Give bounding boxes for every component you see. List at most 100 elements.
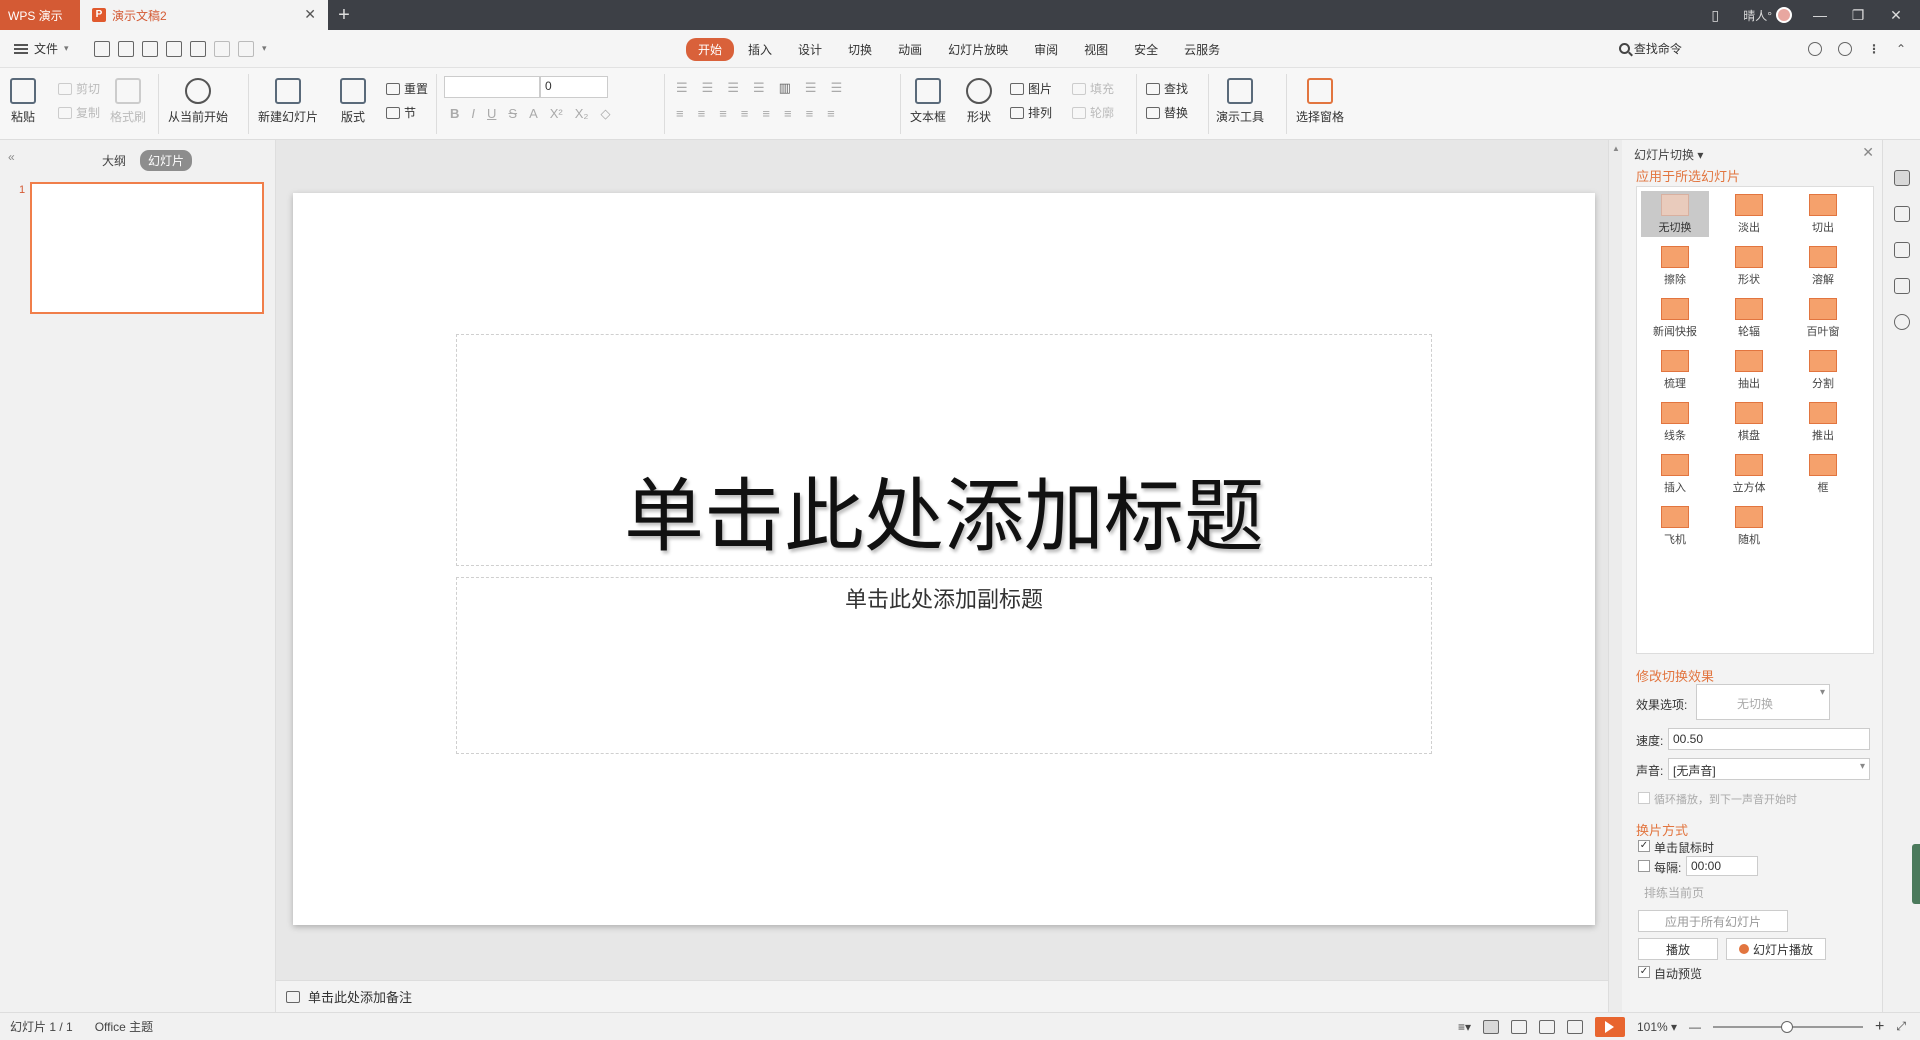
- subscript-icon[interactable]: X₂: [575, 106, 589, 122]
- speed-input[interactable]: 00.50: [1668, 728, 1870, 750]
- numbering-icon[interactable]: ☰: [702, 80, 714, 96]
- transition-none[interactable]: 无切换: [1641, 191, 1709, 237]
- selection-pane-button[interactable]: 选择窗格: [1296, 78, 1344, 125]
- picture-button[interactable]: 图片: [1010, 80, 1052, 97]
- justify-icon[interactable]: ≡: [741, 106, 749, 121]
- line-spacing-icon[interactable]: ☰: [831, 80, 843, 96]
- strikethrough-icon[interactable]: S: [508, 106, 517, 122]
- command-search[interactable]: 查找命令: [1618, 40, 1682, 57]
- transition-wheel[interactable]: 轮辐: [1715, 295, 1783, 341]
- start-slideshow-button[interactable]: [1594, 1016, 1625, 1037]
- loop-checkbox[interactable]: [1638, 792, 1650, 804]
- app-tab[interactable]: WPS 演示: [0, 0, 80, 30]
- transition-newsflash[interactable]: 新闻快报: [1641, 295, 1709, 341]
- transition-dissolve[interactable]: 溶解: [1789, 243, 1857, 289]
- transition-cut[interactable]: 切出: [1789, 191, 1857, 237]
- normal-view-icon[interactable]: [1482, 1019, 1499, 1034]
- close-window-icon[interactable]: ✕: [1886, 7, 1906, 24]
- every-time-input[interactable]: 00:00: [1686, 856, 1758, 876]
- align-left-icon[interactable]: ≡: [676, 106, 684, 121]
- collapse-panel-icon[interactable]: «: [8, 150, 15, 164]
- spacing-before-icon[interactable]: ≡: [784, 106, 792, 121]
- transition-split[interactable]: 分割: [1789, 347, 1857, 393]
- slide-sorter-icon[interactable]: [1510, 1019, 1527, 1034]
- new-tab-button[interactable]: +: [328, 0, 360, 30]
- zoom-out-icon[interactable]: —: [1689, 1020, 1701, 1034]
- slide-thumbnail[interactable]: [30, 182, 264, 314]
- outline-button[interactable]: 轮廓: [1072, 104, 1114, 121]
- user-account[interactable]: 晴人°: [1743, 7, 1792, 24]
- tab-design[interactable]: 设计: [786, 38, 834, 61]
- pin-icon[interactable]: [1894, 242, 1910, 258]
- zoom-in-icon[interactable]: +: [1875, 1018, 1884, 1036]
- rehearse-current-label[interactable]: 排练当前页: [1644, 884, 1704, 901]
- document-tab[interactable]: P 演示文稿2 ✕: [80, 0, 328, 30]
- save-icon[interactable]: [118, 40, 134, 57]
- reading-view-icon[interactable]: [1538, 1019, 1555, 1034]
- scroll-up-icon[interactable]: ▲: [1612, 144, 1620, 153]
- zoom-slider-knob[interactable]: [1781, 1020, 1794, 1033]
- subtitle-placeholder[interactable]: 单击此处添加副标题: [456, 577, 1432, 754]
- close-pane-icon[interactable]: ✕: [1862, 144, 1874, 161]
- spacing-after-icon[interactable]: ≡: [806, 106, 814, 121]
- share-icon[interactable]: [1894, 206, 1910, 222]
- every-checkbox[interactable]: [1638, 860, 1650, 872]
- play-button[interactable]: 播放: [1638, 938, 1718, 960]
- tab-review[interactable]: 审阅: [1022, 38, 1070, 61]
- italic-icon[interactable]: I: [471, 106, 475, 122]
- tab-transitions[interactable]: 切换: [836, 38, 884, 61]
- fill-button[interactable]: 填充: [1072, 80, 1114, 97]
- tab-view[interactable]: 视图: [1072, 38, 1120, 61]
- transition-cube[interactable]: 立方体: [1715, 451, 1783, 497]
- align-right-icon[interactable]: ≡: [719, 106, 727, 121]
- task-pane-title[interactable]: 幻灯片切换 ▾: [1634, 146, 1703, 163]
- transition-pane-icon[interactable]: [1894, 170, 1910, 186]
- distribute-icon[interactable]: ≡: [762, 106, 770, 121]
- transition-wipe[interactable]: 擦除: [1641, 243, 1709, 289]
- layout-button[interactable]: 版式: [340, 78, 366, 125]
- align-center-icon[interactable]: ≡: [698, 106, 706, 121]
- minimize-icon[interactable]: —: [1810, 7, 1830, 23]
- transition-comb[interactable]: 梳理: [1641, 347, 1709, 393]
- print-icon[interactable]: [166, 40, 182, 57]
- zoom-level[interactable]: 101% ▾: [1637, 1020, 1677, 1034]
- more-options-icon[interactable]: ⋮: [1868, 42, 1880, 56]
- open-icon[interactable]: [94, 40, 110, 57]
- transition-cover[interactable]: 插入: [1641, 451, 1709, 497]
- window-layout-icon[interactable]: ▯: [1705, 7, 1725, 24]
- transition-lines[interactable]: 线条: [1641, 399, 1709, 445]
- fit-window-icon[interactable]: ⤢: [1896, 1019, 1906, 1034]
- section-button[interactable]: 节: [386, 104, 416, 121]
- presenter-tools-button[interactable]: 演示工具: [1216, 78, 1264, 125]
- export-pdf-icon[interactable]: [142, 40, 158, 57]
- undo-icon[interactable]: [214, 40, 230, 57]
- theme-name[interactable]: Office 主题: [95, 1018, 153, 1035]
- gear-icon[interactable]: [1837, 41, 1852, 56]
- notes-toggle-icon[interactable]: ≡▾: [1458, 1020, 1471, 1034]
- transition-airplane[interactable]: 飞机: [1641, 503, 1709, 549]
- font-color-icon[interactable]: A: [529, 106, 538, 122]
- collapse-ribbon-icon[interactable]: ⌃: [1896, 42, 1906, 56]
- new-slide-button[interactable]: 新建幻灯片: [258, 78, 318, 125]
- history-icon[interactable]: [1894, 314, 1910, 330]
- settings-sliders-icon[interactable]: [1894, 278, 1910, 294]
- cut-button[interactable]: 剪切: [58, 80, 100, 97]
- increase-indent-icon[interactable]: ☰: [753, 80, 765, 96]
- tab-outline[interactable]: 大纲: [94, 150, 134, 171]
- feedback-icon[interactable]: [1807, 41, 1822, 56]
- effect-option-select[interactable]: 无切换: [1696, 684, 1830, 720]
- find-button[interactable]: 查找: [1146, 80, 1188, 97]
- font-family-select[interactable]: [444, 76, 540, 98]
- on-click-checkbox[interactable]: ✓: [1638, 840, 1650, 852]
- bullets-icon[interactable]: ☰: [676, 80, 688, 96]
- tab-slides[interactable]: 幻灯片: [140, 150, 193, 171]
- side-widget-handle[interactable]: [1912, 844, 1920, 904]
- transition-push[interactable]: 推出: [1789, 399, 1857, 445]
- underline-icon[interactable]: U: [487, 106, 496, 122]
- transition-pull[interactable]: 抽出: [1715, 347, 1783, 393]
- tab-security[interactable]: 安全: [1122, 38, 1170, 61]
- transition-checkerboard[interactable]: 棋盘: [1715, 399, 1783, 445]
- font-size-select[interactable]: 0: [540, 76, 608, 98]
- print-preview-icon[interactable]: [190, 40, 206, 57]
- notes-pane[interactable]: 单击此处添加备注: [276, 980, 1608, 1012]
